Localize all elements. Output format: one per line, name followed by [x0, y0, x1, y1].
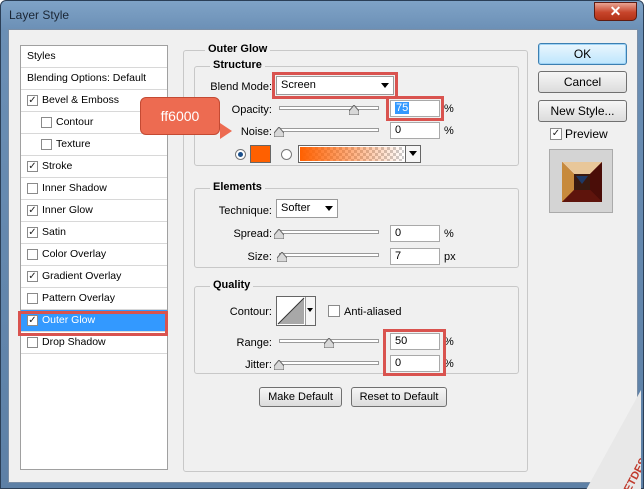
reset-to-default-button[interactable]: Reset to Default: [351, 387, 447, 407]
styles-item-blending-options-default[interactable]: Blending Options: Default: [21, 68, 167, 90]
styles-item-checkbox[interactable]: ✓: [27, 95, 38, 106]
dialog-client: Styles Blending Options: Default ✓ Bevel & …: [8, 29, 644, 489]
styles-item-label: Stroke: [42, 160, 73, 172]
color-callout: ff6000: [140, 97, 220, 135]
styles-item-label: Styles: [27, 50, 56, 62]
technique-select[interactable]: Softer: [276, 199, 338, 218]
size-slider[interactable]: [279, 253, 379, 257]
styles-item-checkbox[interactable]: [41, 117, 52, 128]
size-label: Size:: [247, 251, 272, 263]
callout-pointer: [220, 123, 232, 139]
opacity-slider-thumb[interactable]: [349, 105, 359, 115]
ok-button[interactable]: OK: [538, 43, 627, 65]
styles-item-checkbox[interactable]: ✓: [27, 161, 38, 172]
range-jitter-highlight: [383, 329, 446, 376]
spread-input[interactable]: 0: [390, 225, 440, 242]
opacity-highlight: [386, 96, 444, 121]
technique-label: Technique:: [218, 205, 272, 217]
contour-label: Contour:: [229, 306, 272, 318]
preview-thumbnail-icon: [562, 162, 602, 202]
noise-input[interactable]: 0: [390, 122, 440, 139]
window-title: Layer Style: [9, 8, 70, 22]
cancel-button[interactable]: Cancel: [538, 71, 627, 93]
jitter-label: Jitter:: [245, 359, 272, 371]
styles-item-label: Pattern Overlay: [42, 292, 115, 304]
styles-item-label: Inner Shadow: [42, 182, 107, 194]
title-bar[interactable]: Layer Style ✕: [1, 1, 643, 29]
styles-item-styles: Styles: [21, 46, 167, 68]
outer-glow-title: Outer Glow: [205, 43, 271, 55]
styles-item-checkbox[interactable]: [41, 139, 52, 150]
opacity-slider[interactable]: [279, 106, 379, 110]
structure-title: Structure: [210, 59, 265, 71]
anti-aliased-label: Anti-aliased: [344, 306, 402, 318]
glow-color-swatch[interactable]: [250, 145, 271, 163]
styles-item-label: Inner Glow: [42, 204, 93, 216]
styles-item-checkbox[interactable]: ✓: [27, 271, 38, 282]
styles-item-texture[interactable]: Texture: [21, 134, 167, 156]
styles-item-label: Blending Options: Default: [27, 72, 147, 84]
preview-checkbox[interactable]: ✓: [550, 128, 562, 140]
size-slider-thumb[interactable]: [277, 252, 287, 262]
styles-item-label: Satin: [42, 226, 66, 238]
styles-item-label: Bevel & Emboss: [42, 94, 120, 106]
range-slider-thumb[interactable]: [324, 338, 334, 348]
styles-item-label: Texture: [56, 138, 91, 150]
watermark: VIETDESIGNER.NET: [575, 390, 644, 489]
styles-item-stroke[interactable]: ✓ Stroke: [21, 156, 167, 178]
styles-item-color-overlay[interactable]: Color Overlay: [21, 244, 167, 266]
selection-highlight: [18, 311, 168, 336]
contour-picker[interactable]: [276, 296, 316, 326]
styles-item-inner-shadow[interactable]: Inner Shadow: [21, 178, 167, 200]
spread-slider-thumb[interactable]: [274, 229, 284, 239]
noise-unit: %: [444, 125, 454, 137]
layer-style-window: Layer Style ✕ Styles Blending Options: De…: [0, 0, 644, 489]
range-label: Range:: [236, 337, 272, 349]
style-preview: [549, 149, 613, 213]
new-style-button[interactable]: New Style...: [538, 100, 627, 122]
size-unit: px: [444, 251, 456, 263]
close-button[interactable]: ✕: [594, 2, 637, 21]
preview-label: Preview: [565, 127, 608, 141]
styles-item-gradient-overlay[interactable]: ✓ Gradient Overlay: [21, 266, 167, 288]
spread-label: Spread:: [233, 228, 272, 240]
styles-item-checkbox[interactable]: [27, 183, 38, 194]
styles-item-checkbox[interactable]: [27, 249, 38, 260]
styles-item-label: Gradient Overlay: [42, 270, 122, 282]
close-icon: ✕: [609, 3, 622, 19]
styles-item-checkbox[interactable]: [27, 293, 38, 304]
jitter-slider-thumb[interactable]: [274, 360, 284, 370]
jitter-slider[interactable]: [279, 361, 379, 365]
styles-item-checkbox[interactable]: [27, 337, 38, 348]
contour-linear-icon: [277, 297, 305, 325]
opacity-unit: %: [444, 103, 454, 115]
styles-item-label: Color Overlay: [42, 248, 107, 260]
styles-item-checkbox[interactable]: ✓: [27, 205, 38, 216]
noise-slider-thumb[interactable]: [274, 127, 284, 137]
styles-item-label: Contour: [56, 116, 94, 128]
blend-mode-highlight: [272, 72, 398, 99]
size-input[interactable]: 7: [390, 248, 440, 265]
blend-mode-label: Blend Mode:: [210, 81, 272, 93]
elements-title: Elements: [210, 181, 265, 193]
noise-slider[interactable]: [279, 128, 379, 132]
gradient-radio[interactable]: [281, 149, 292, 160]
make-default-button[interactable]: Make Default: [259, 387, 342, 407]
anti-aliased-checkbox[interactable]: [328, 305, 340, 317]
styles-item-inner-glow[interactable]: ✓ Inner Glow: [21, 200, 167, 222]
solid-color-radio[interactable]: [235, 149, 246, 160]
styles-item-checkbox[interactable]: ✓: [27, 227, 38, 238]
glow-gradient-picker[interactable]: [298, 145, 421, 163]
quality-title: Quality: [210, 279, 254, 291]
chevron-down-icon: [325, 206, 333, 211]
spread-unit: %: [444, 228, 454, 240]
styles-item-pattern-overlay[interactable]: Pattern Overlay: [21, 288, 167, 310]
spread-slider[interactable]: [279, 230, 379, 234]
technique-value: Softer: [281, 202, 311, 214]
styles-item-satin[interactable]: ✓ Satin: [21, 222, 167, 244]
